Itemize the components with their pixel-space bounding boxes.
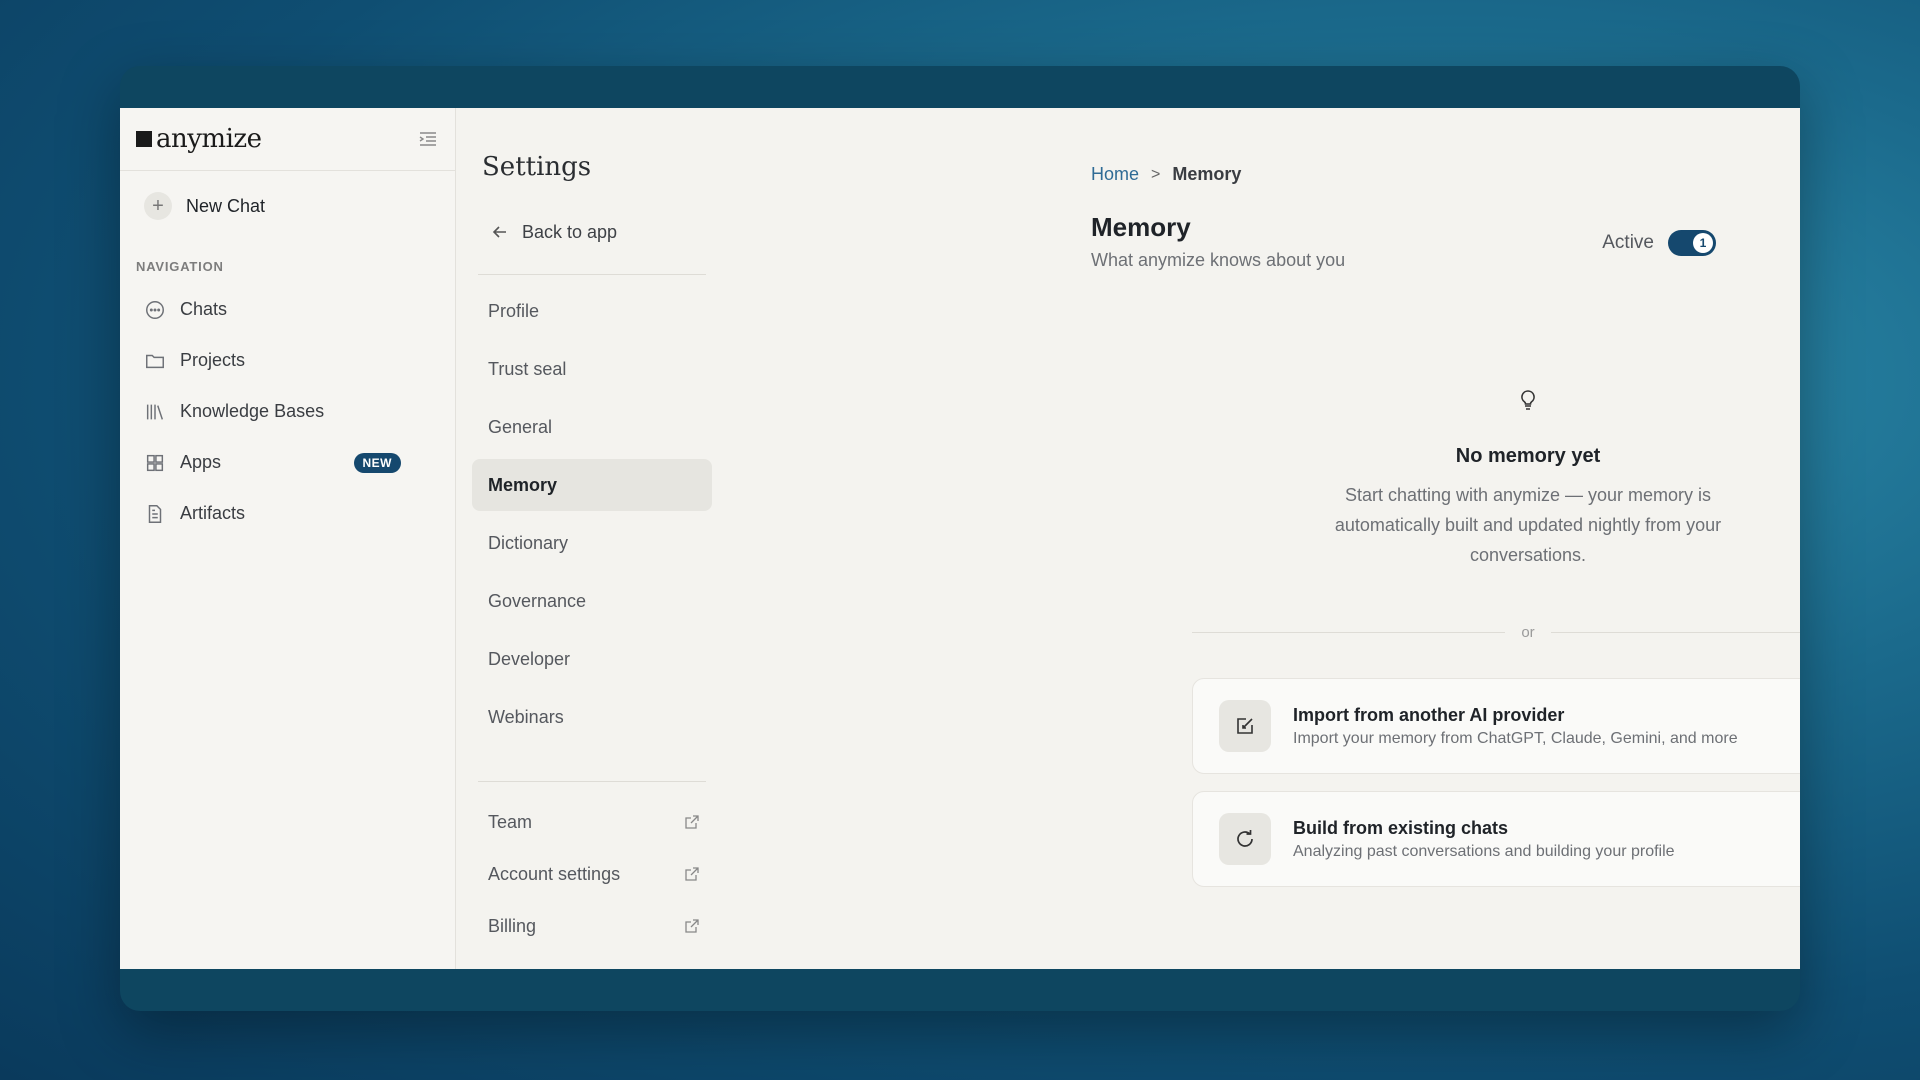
new-badge: NEW [353, 452, 401, 473]
card-subtitle: Analyzing past conversations and buildin… [1293, 842, 1675, 860]
card-subtitle: Import your memory from ChatGPT, Claude,… [1293, 729, 1738, 747]
settings-item-memory[interactable]: Memory [472, 459, 712, 511]
settings-nav: Settings Back to app Profile Trust seal … [456, 108, 734, 969]
memory-active-control: Active 1 [1602, 230, 1716, 256]
external-link-icon [685, 815, 699, 829]
external-link-icon [685, 867, 699, 881]
back-to-app-link[interactable]: Back to app [456, 182, 734, 252]
settings-title: Settings [482, 152, 592, 182]
or-label: or [1521, 624, 1535, 641]
or-separator: or [1192, 624, 1800, 641]
logo[interactable]: anymize [136, 124, 262, 154]
settings-item-dictionary[interactable]: Dictionary [472, 517, 712, 569]
settings-item-profile[interactable]: Profile [472, 285, 712, 337]
breadcrumb: Home > Memory [1091, 164, 1241, 185]
toggle-knob: 1 [1693, 233, 1713, 253]
empty-state: No memory yet Start chatting with anymiz… [1192, 388, 1800, 570]
build-from-chats-card[interactable]: Build from existing chats Analyzing past… [1192, 791, 1800, 887]
sidebar: anymize + New Chat NAVIGATION Chats Proj… [120, 108, 456, 969]
sidebar-item-label: Chats [180, 299, 228, 319]
divider [478, 781, 706, 782]
ext-item-label: Billing [488, 915, 537, 936]
new-chat-button[interactable]: + New Chat [120, 171, 455, 241]
settings-item-developer[interactable]: Developer [472, 633, 712, 685]
empty-state-title: No memory yet [1455, 445, 1601, 467]
new-chat-label: New Chat [186, 195, 266, 216]
sidebar-item-projects[interactable]: Projects [120, 335, 455, 386]
sidebar-item-apps[interactable]: Apps NEW [120, 437, 455, 488]
sidebar-item-knowledge-bases[interactable]: Knowledge Bases [120, 386, 455, 437]
plus-icon: + [144, 192, 172, 220]
card-text: Build from existing chats Analyzing past… [1293, 818, 1675, 861]
sidebar-item-artifacts[interactable]: Artifacts [120, 488, 455, 539]
folder-icon [146, 354, 164, 368]
nav-section-label: NAVIGATION [136, 259, 224, 274]
refresh-icon [1219, 813, 1271, 865]
page-subtitle: What anymize knows about you [1091, 250, 1346, 270]
ext-item-label: Team [488, 811, 533, 832]
settings-item-general[interactable]: General [472, 401, 712, 453]
settings-item-billing[interactable]: Billing [472, 900, 712, 952]
memory-active-toggle[interactable]: 1 [1668, 230, 1716, 256]
import-icon [1219, 700, 1271, 752]
settings-item-team[interactable]: Team [472, 796, 712, 848]
empty-state-text: Start chatting with anymize — your memor… [1334, 485, 1722, 565]
chat-bubble-icon [146, 300, 164, 319]
main-content: Home > Memory Memory What anymize knows … [734, 108, 1800, 969]
breadcrumb-home-link[interactable]: Home [1091, 164, 1139, 185]
sidebar-item-label: Projects [180, 350, 246, 370]
settings-item-governance[interactable]: Governance [472, 575, 712, 627]
app-window: anymize + New Chat NAVIGATION Chats Proj… [120, 108, 1800, 969]
grid-icon [146, 454, 164, 471]
import-provider-card[interactable]: Import from another AI provider Import y… [1192, 678, 1800, 774]
lightbulb-icon [1521, 390, 1535, 410]
sidebar-item-chats[interactable]: Chats [120, 284, 455, 335]
card-text: Import from another AI provider Import y… [1293, 705, 1738, 748]
settings-list: Profile Trust seal General Memory Dictio… [456, 285, 734, 743]
logo-mark-icon [136, 131, 152, 147]
sidebar-item-label: Apps [180, 452, 222, 472]
card-title: Import from another AI provider [1293, 704, 1565, 725]
card-title: Build from existing chats [1293, 817, 1509, 838]
back-label: Back to app [522, 221, 618, 242]
library-icon [146, 404, 164, 420]
divider [1192, 632, 1506, 633]
page-title: Memory [1091, 212, 1191, 242]
arrow-left-icon [492, 226, 506, 238]
sidebar-item-label: Knowledge Bases [180, 401, 325, 421]
breadcrumb-current: Memory [1172, 164, 1242, 184]
settings-item-trust-seal[interactable]: Trust seal [472, 343, 712, 395]
divider [478, 274, 706, 275]
settings-item-webinars[interactable]: Webinars [472, 691, 712, 743]
ext-item-label: Account settings [488, 863, 621, 884]
external-link-icon [685, 919, 699, 933]
active-label: Active [1602, 232, 1654, 253]
document-icon [148, 504, 162, 523]
sidebar-header: anymize [120, 108, 455, 171]
divider [1550, 632, 1800, 633]
logo-text: anymize [156, 124, 262, 154]
collapse-sidebar-icon[interactable] [417, 128, 439, 150]
breadcrumb-separator: > [1151, 165, 1161, 183]
sidebar-item-label: Artifacts [180, 503, 246, 523]
settings-item-account-settings[interactable]: Account settings [472, 848, 712, 900]
app-window-frame: anymize + New Chat NAVIGATION Chats Proj… [120, 66, 1800, 1011]
